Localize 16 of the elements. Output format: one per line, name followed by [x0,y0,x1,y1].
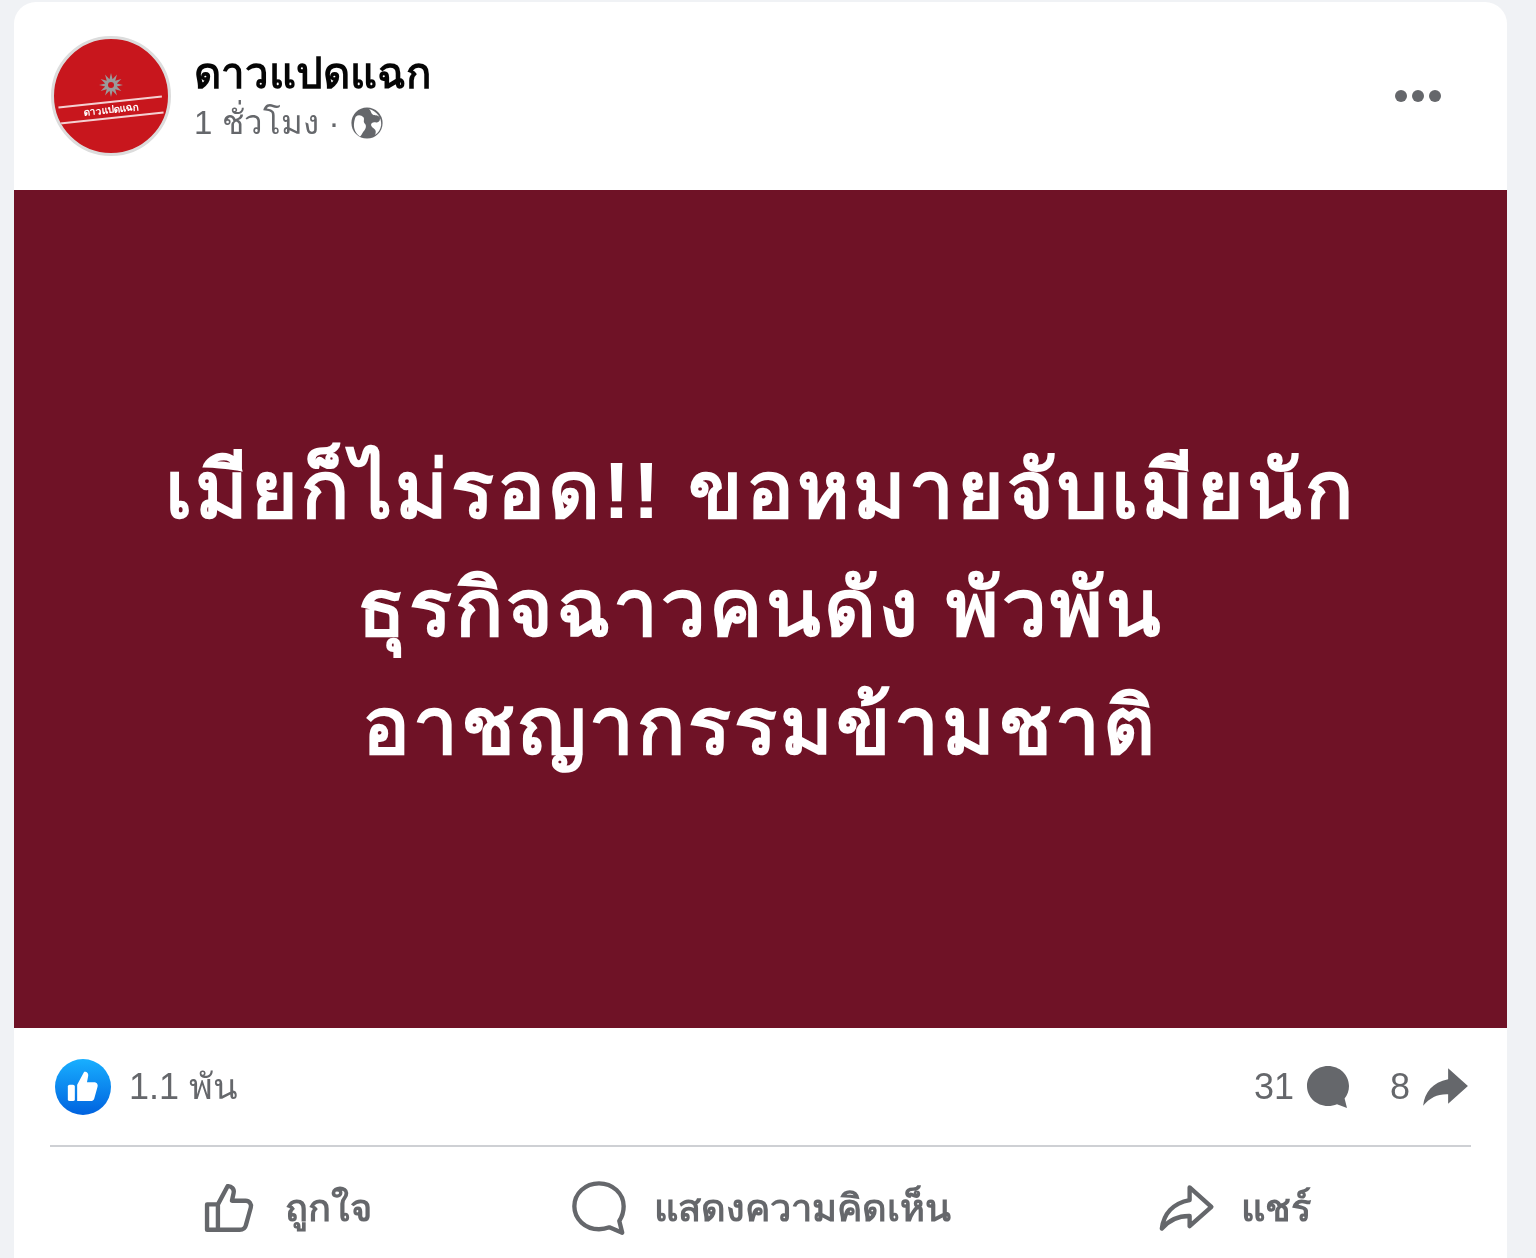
share-count[interactable]: 8 [1389,1059,1410,1114]
like-button[interactable]: ถูกใจ [50,1157,524,1258]
more-icon [1395,90,1441,102]
avatar-logo[interactable]: ดาวแปดแฉก [51,36,171,156]
reaction-count[interactable]: 1.1 พัน [129,1059,239,1114]
separator-dot: · [328,103,340,143]
globe-icon [349,106,384,140]
share-button[interactable]: แชร์ [997,1157,1471,1258]
like-reaction-icon[interactable] [55,1058,111,1115]
post-text: เมียก็ไม่รอด!! ขอหมายจับเมียนัก ธุรกิจฉาวคนดัง พัวพัน อาชญากรรมข้ามชาติ [145,432,1376,786]
post-time[interactable]: 1 ชั่วโมง [194,101,319,145]
comment-button[interactable]: แสดงความคิดเห็น [523,1157,998,1258]
speech-bubble-icon [570,1179,628,1237]
author-name[interactable]: ดาวแปดแฉก [194,47,431,101]
sunburst-icon [99,73,123,97]
comment-count[interactable]: 31 [1253,1059,1294,1114]
